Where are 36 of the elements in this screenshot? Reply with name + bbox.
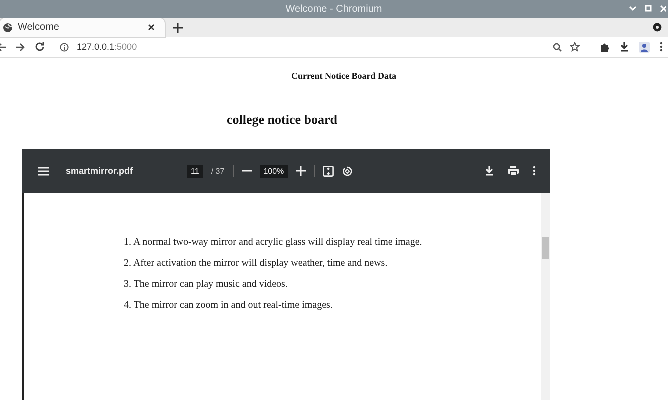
more-icon[interactable]	[533, 166, 536, 176]
list-item-text: 2. After activation the mirror will display weather, time and news.	[124, 258, 389, 269]
minimize-icon[interactable]	[629, 6, 637, 12]
download-icon[interactable]	[620, 42, 629, 52]
plus-icon[interactable]	[173, 22, 183, 32]
zoom-icon[interactable]	[553, 42, 562, 52]
window-title: Welcome - Chromium	[286, 4, 382, 14]
menu-icon[interactable]	[38, 166, 49, 176]
address-field[interactable]: 127.0.0.1:5000	[55, 39, 590, 55]
scrollbar-thumb[interactable]	[542, 237, 549, 259]
list-item-text: 3. The mirror can play music and videos.	[124, 279, 289, 290]
close-icon[interactable]	[148, 24, 155, 31]
list-item-text: 4. The mirror can zoom in and out real-time images.	[124, 300, 334, 311]
page-heading: Current Notice Board Data	[291, 71, 397, 81]
browser-tab[interactable]: Welcome	[0, 18, 165, 37]
url-host: 127.0.0.1	[77, 42, 115, 52]
list-item-text: 1. A normal two-way mirror and acrylic glass will display real time image.	[124, 237, 424, 248]
rotate-icon[interactable]	[342, 166, 354, 176]
puzzle-icon[interactable]	[600, 42, 610, 52]
maximize-icon[interactable]	[645, 5, 652, 12]
avatar-icon[interactable]	[639, 42, 650, 52]
forward-arrow-icon[interactable]	[16, 42, 25, 52]
page-number-field[interactable]: 11	[187, 164, 204, 178]
print-icon[interactable]	[508, 166, 519, 176]
zoom-level-field[interactable]: 100%	[260, 164, 288, 178]
notice-board-title: college notice board	[227, 112, 338, 128]
scrollbar[interactable]	[541, 193, 550, 400]
star-icon[interactable]	[570, 42, 580, 52]
info-icon	[60, 42, 69, 52]
page-total: / 37	[211, 166, 225, 176]
zoom-in-icon[interactable]	[296, 166, 306, 176]
pdf-file-name: smartmirror.pdf	[66, 166, 134, 176]
reload-icon[interactable]	[35, 42, 45, 52]
url-port: :5000	[114, 42, 138, 52]
more-icon[interactable]	[660, 42, 663, 52]
fit-page-icon[interactable]	[323, 166, 334, 176]
